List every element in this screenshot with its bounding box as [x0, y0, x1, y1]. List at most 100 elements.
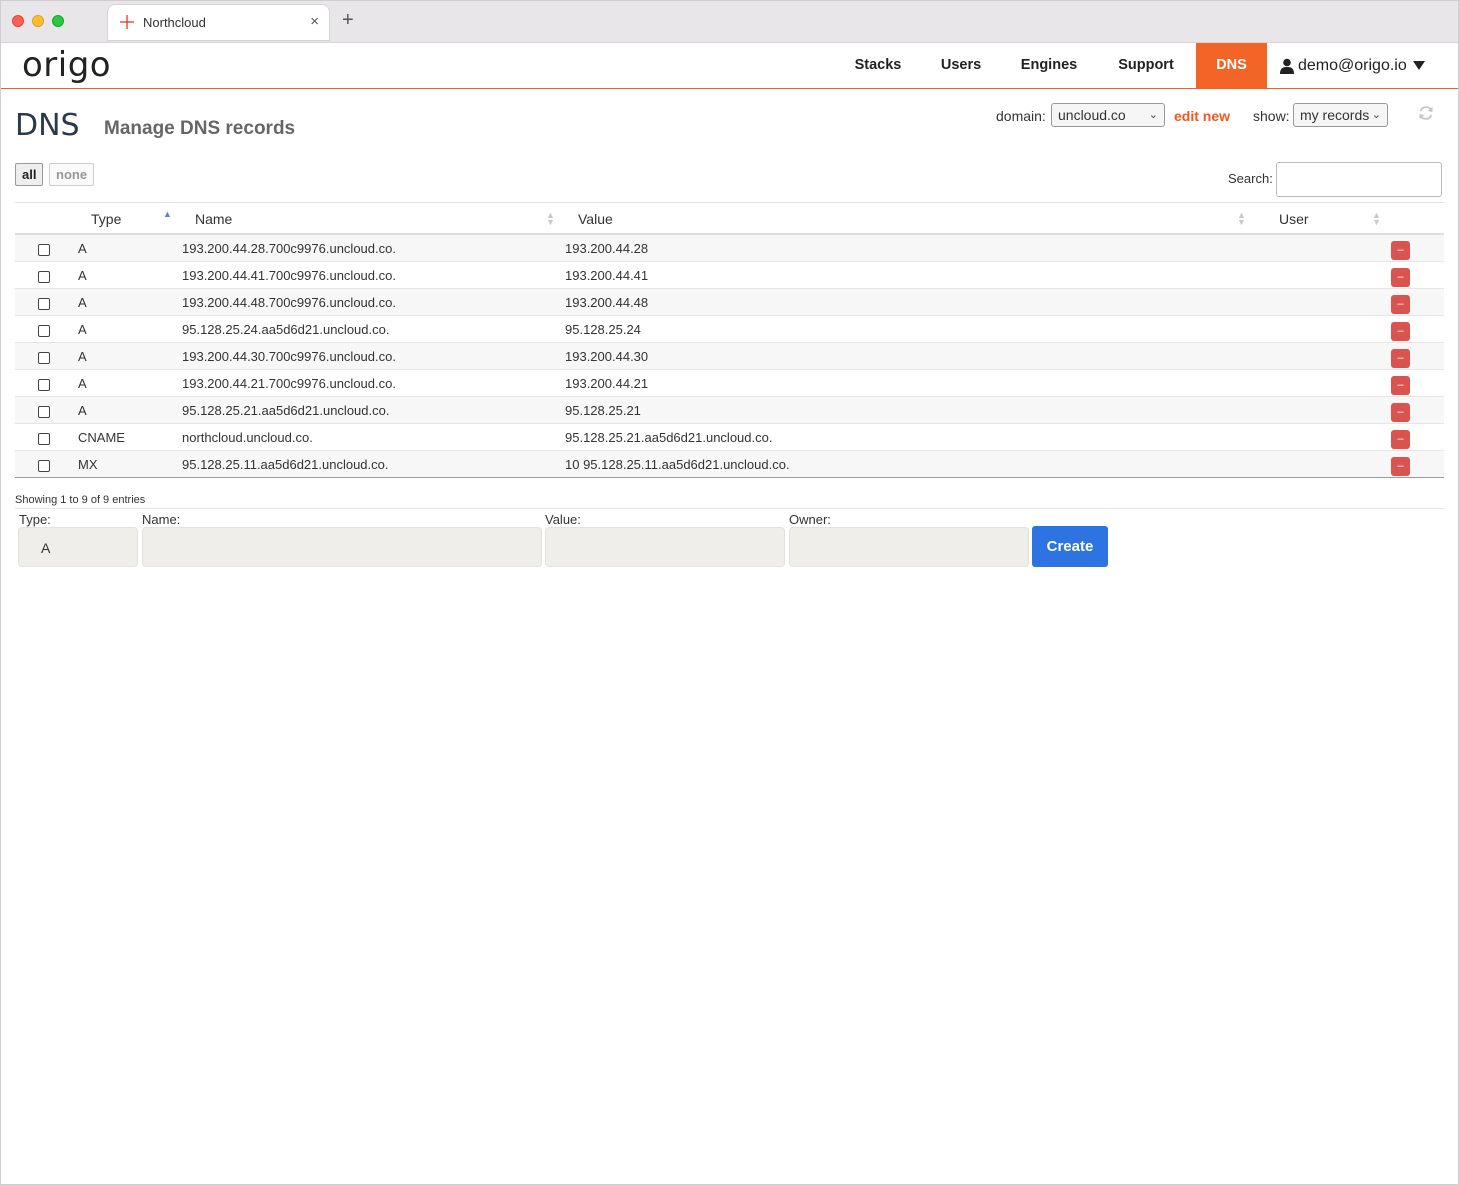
select-none-button[interactable]: none: [49, 163, 95, 186]
delete-record-button[interactable]: –: [1391, 430, 1410, 449]
table-info: Showing 1 to 9 of 9 entries: [15, 494, 146, 506]
maximize-window-button[interactable]: [52, 15, 64, 27]
row-checkbox[interactable]: [38, 325, 50, 337]
table-header: Type ▲ Name ▲ ▼ Value ▲ ▼ User ▲ ▼: [15, 202, 1444, 235]
chevron-down-icon: ⌄: [1148, 109, 1158, 121]
owner-field[interactable]: [789, 527, 1029, 567]
cell-value: 193.200.44.21: [565, 376, 649, 391]
column-header-type[interactable]: Type: [91, 211, 121, 227]
cell-name: 193.200.44.30.700c9976.uncloud.co.: [182, 349, 396, 364]
nav-support[interactable]: Support: [1104, 43, 1188, 88]
cell-value: 95.128.25.21: [565, 403, 641, 418]
delete-record-button[interactable]: –: [1391, 322, 1410, 341]
edit-new-link[interactable]: edit new: [1174, 108, 1230, 124]
sort-icon[interactable]: ▲ ▼: [1372, 211, 1381, 227]
sort-icon[interactable]: ▲ ▼: [546, 211, 555, 227]
user-menu[interactable]: demo@origo.io: [1280, 43, 1425, 88]
cell-value: 193.200.44.30: [565, 349, 649, 364]
row-checkbox[interactable]: [38, 244, 50, 256]
cell-value: 193.200.44.41: [565, 268, 649, 283]
cell-name: 193.200.44.41.700c9976.uncloud.co.: [182, 268, 396, 283]
close-window-button[interactable]: [12, 15, 24, 27]
table-row: A 95.128.25.24.aa5d6d21.uncloud.co. 95.128…: [15, 316, 1444, 343]
row-checkbox[interactable]: [38, 460, 50, 472]
cell-value: 193.200.44.48: [565, 295, 649, 310]
table-row: A 95.128.25.21.aa5d6d21.uncloud.co. 95.128…: [15, 397, 1444, 424]
browser-tab[interactable]: Northcloud ×: [108, 5, 329, 40]
show-label: show:: [1253, 108, 1290, 124]
show-select[interactable]: my records ⌄: [1293, 103, 1388, 127]
minimize-window-button[interactable]: [32, 15, 44, 27]
cell-type: A: [78, 403, 87, 418]
tab-title: Northcloud: [143, 15, 206, 30]
delete-record-button[interactable]: –: [1391, 403, 1410, 422]
logo[interactable]: origo: [22, 45, 111, 85]
row-checkbox[interactable]: [38, 298, 50, 310]
cell-type: A: [78, 322, 87, 337]
show-select-value: my records: [1300, 107, 1370, 123]
column-header-value[interactable]: Value: [578, 211, 613, 227]
close-tab-icon[interactable]: ×: [310, 13, 319, 30]
cell-name: northcloud.uncloud.co.: [182, 430, 313, 445]
cell-value: 193.200.44.28: [565, 241, 649, 256]
row-checkbox[interactable]: [38, 271, 50, 283]
table-body: A 193.200.44.28.700c9976.uncloud.co. 193.2…: [15, 235, 1444, 478]
row-checkbox[interactable]: [38, 433, 50, 445]
value-field[interactable]: [545, 527, 785, 567]
type-label: Type:: [19, 512, 51, 527]
table-row: A 193.200.44.21.700c9976.uncloud.co. 193.2…: [15, 370, 1444, 397]
caret-down-icon: [1412, 61, 1425, 71]
cell-name: 193.200.44.21.700c9976.uncloud.co.: [182, 376, 396, 391]
cell-type: A: [78, 241, 87, 256]
column-header-name[interactable]: Name: [195, 211, 232, 227]
table-row: A 193.200.44.41.700c9976.uncloud.co. 193.2…: [15, 262, 1444, 289]
new-tab-button[interactable]: +: [342, 10, 354, 30]
cell-name: 193.200.44.48.700c9976.uncloud.co.: [182, 295, 396, 310]
nav-stacks[interactable]: Stacks: [840, 43, 916, 88]
owner-label: Owner:: [789, 512, 831, 527]
cell-value: 95.128.25.24: [565, 322, 641, 337]
nav-dns[interactable]: DNS: [1196, 43, 1267, 88]
browser-chrome: Northcloud × +: [0, 0, 1459, 43]
page-title: DNS: [15, 108, 80, 143]
name-label: Name:: [142, 512, 181, 527]
table-row: CNAME northcloud.uncloud.co. 95.128.25.21.…: [15, 424, 1444, 451]
table-row: A 193.200.44.28.700c9976.uncloud.co. 193.2…: [15, 235, 1444, 262]
cell-name: 95.128.25.24.aa5d6d21.uncloud.co.: [182, 322, 390, 337]
domain-select[interactable]: uncloud.co ⌄: [1051, 103, 1165, 127]
sort-asc-icon[interactable]: ▲: [163, 210, 172, 219]
cell-name: 95.128.25.21.aa5d6d21.uncloud.co.: [182, 403, 390, 418]
select-all-button[interactable]: all: [15, 163, 44, 186]
create-button[interactable]: Create: [1032, 526, 1108, 567]
delete-record-button[interactable]: –: [1391, 268, 1410, 287]
nav-users[interactable]: Users: [925, 43, 997, 88]
chevron-down-icon: ⌄: [1371, 109, 1381, 121]
cell-name: 95.128.25.11.aa5d6d21.uncloud.co.: [182, 457, 389, 472]
favicon-icon: [120, 15, 134, 29]
search-input[interactable]: [1276, 162, 1442, 197]
domain-select-value: uncloud.co: [1058, 107, 1126, 123]
nav-engines[interactable]: Engines: [1006, 43, 1092, 88]
user-email: demo@origo.io: [1298, 57, 1407, 74]
page-subtitle: Manage DNS records: [104, 118, 296, 139]
table-row: MX 95.128.25.11.aa5d6d21.uncloud.co. 10 95…: [15, 451, 1444, 478]
row-checkbox[interactable]: [38, 379, 50, 391]
column-header-user[interactable]: User: [1279, 211, 1309, 227]
delete-record-button[interactable]: –: [1391, 457, 1410, 476]
sort-icon[interactable]: ▲ ▼: [1237, 211, 1246, 227]
table-row: A 193.200.44.48.700c9976.uncloud.co. 193.2…: [15, 289, 1444, 316]
row-checkbox[interactable]: [38, 352, 50, 364]
delete-record-button[interactable]: –: [1391, 376, 1410, 395]
cell-value: 10 95.128.25.11.aa5d6d21.uncloud.co.: [565, 457, 790, 472]
type-field[interactable]: A: [18, 527, 138, 567]
delete-record-button[interactable]: –: [1391, 349, 1410, 368]
delete-record-button[interactable]: –: [1391, 295, 1410, 314]
cell-name: 193.200.44.28.700c9976.uncloud.co.: [182, 241, 396, 256]
refresh-icon[interactable]: [1417, 104, 1435, 122]
cell-type: CNAME: [78, 430, 125, 445]
app-header: origo Stacks Users Engines Support DNS d…: [0, 43, 1459, 89]
domain-label: domain:: [996, 108, 1046, 124]
name-field[interactable]: [142, 527, 542, 567]
row-checkbox[interactable]: [38, 406, 50, 418]
delete-record-button[interactable]: –: [1391, 241, 1410, 260]
